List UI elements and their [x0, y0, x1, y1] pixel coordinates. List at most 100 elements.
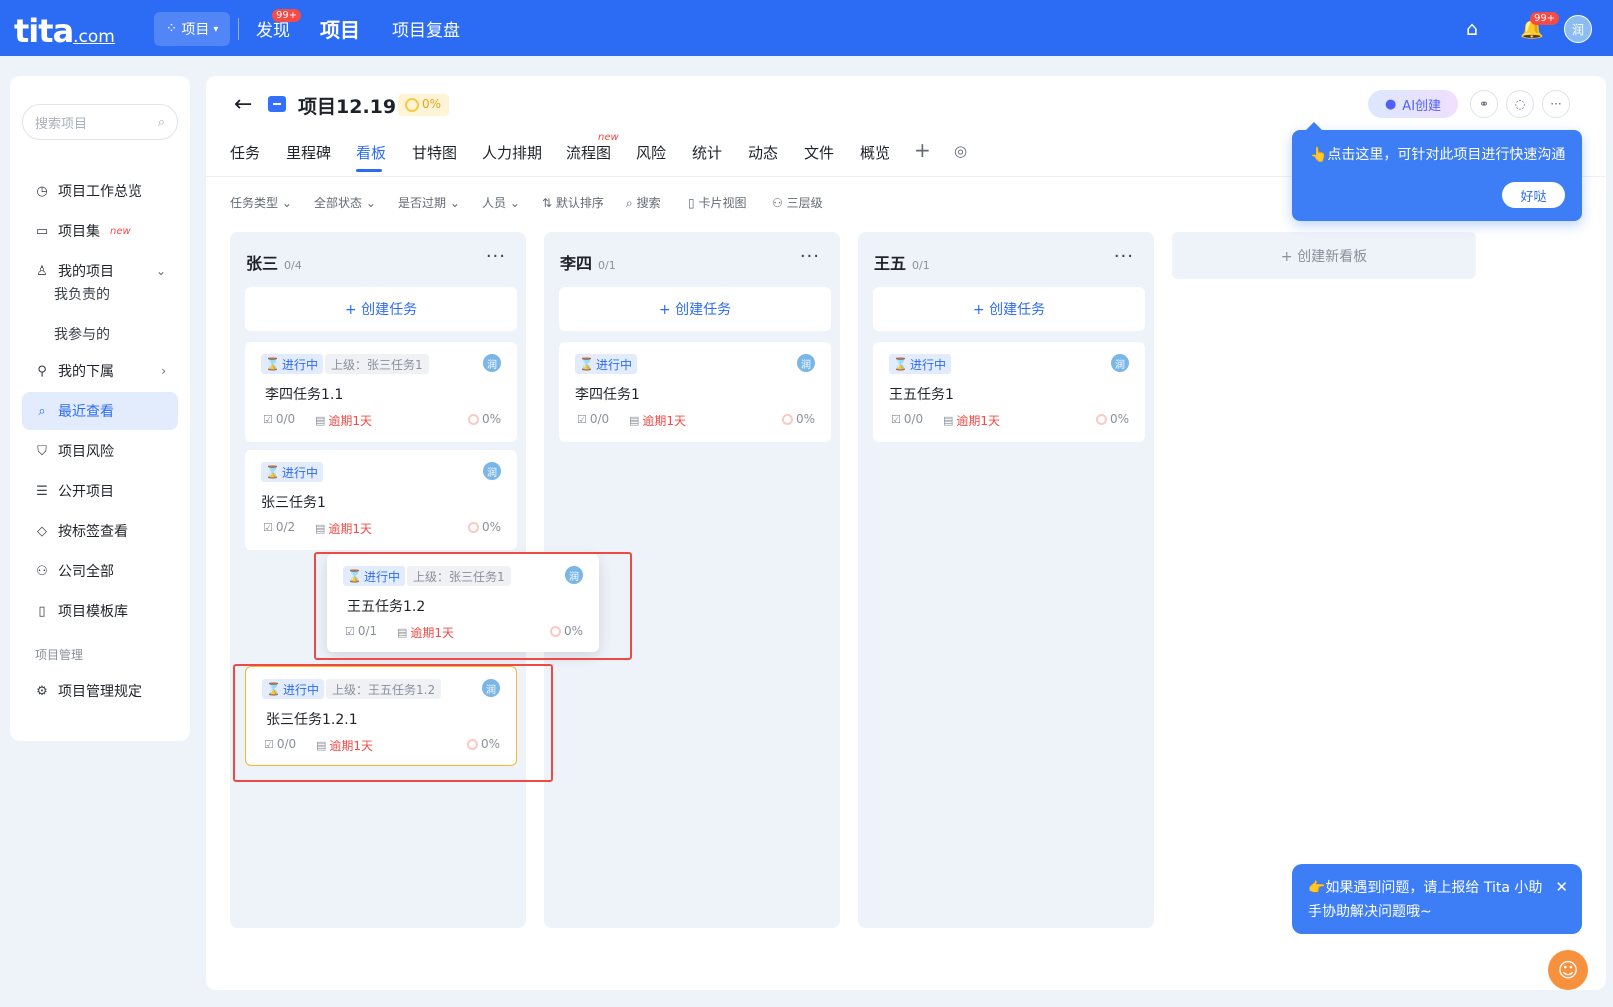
tab-files[interactable]: 文件 [804, 142, 834, 163]
sidebar-item-company[interactable]: ⚇ 公司全部 [22, 552, 178, 590]
grid-icon: ⁘ [165, 21, 178, 37]
chevron-down-icon: ▾ [213, 23, 219, 35]
nav-project[interactable]: 项目 [320, 14, 360, 43]
task-card[interactable]: ⌛ 进行中 上级：张三任务1 润 李四任务1.1 ☑ 0/0 ▤ 逾期1天 0% [245, 342, 517, 442]
filter-person[interactable]: 人员 ⌄ [482, 194, 520, 211]
tab-summary[interactable]: 概览 [860, 142, 890, 163]
sidebar-item-collection[interactable]: ▭ 项目集 new [22, 212, 178, 250]
ai-create-button[interactable]: ● AI创建 [1368, 90, 1458, 118]
checklist-count: ☑ 0/2 [263, 520, 296, 534]
annotation-box [314, 552, 632, 660]
tab-tasks[interactable]: 任务 [230, 142, 260, 163]
help-text: 👉如果遇到问题，请上报给 Tita 小助手协助解决问题哦~ [1308, 880, 1543, 920]
project-folder-icon [268, 96, 286, 112]
calendar-icon: ▤ [629, 414, 640, 427]
filter-task-type[interactable]: 任务类型 ⌄ [230, 194, 292, 211]
tooltip-text: 👆点击这里，可针对此项目进行快速沟通 [1310, 147, 1566, 163]
search-icon: ⌕ [157, 114, 165, 130]
filter-overdue[interactable]: 是否过期 ⌄ [398, 194, 460, 211]
back-arrow-icon[interactable]: ← [234, 92, 252, 117]
filter-status[interactable]: 全部状态 ⌄ [314, 194, 376, 211]
search-button[interactable]: ⌕ 搜索 [626, 194, 661, 211]
sidebar-item-by-tag[interactable]: ◇ 按标签查看 [22, 512, 178, 550]
sidebar-item-my-join[interactable]: 我参与的 [54, 324, 110, 344]
checkbox-icon: ☑ [263, 520, 273, 534]
share-icon[interactable]: ⚭ [1470, 90, 1498, 118]
project-search-input[interactable]: 搜索项目 ⌕ [22, 104, 178, 140]
create-task-button[interactable]: + 创建任务 [245, 287, 517, 331]
sidebar-item-my-lead[interactable]: 我负责的 [54, 284, 110, 304]
board-column-wangwu[interactable]: 王五 0/1 ··· + 创建任务 [858, 232, 1154, 928]
target-icon[interactable]: ◎ [954, 142, 967, 160]
create-board-button[interactable]: + 创建新看板 [1172, 232, 1476, 279]
task-title: 王五任务1 [889, 387, 954, 403]
column-title: 张三 0/4 [246, 254, 302, 273]
task-card[interactable]: ⌛ 进行中 润 张三任务1 ☑ 0/2 ▤ 逾期1天 0% [245, 450, 517, 550]
chevron-down-icon[interactable]: ⌄ [156, 264, 166, 278]
assignee-avatar[interactable]: 润 [483, 354, 501, 372]
task-card[interactable]: ⌛ 进行中 润 李四任务1 ☑ 0/0 ▤ 逾期1天 0% [559, 342, 831, 442]
tita-logo[interactable]: tita.com [14, 12, 115, 50]
tab-milestones[interactable]: 里程碑 [286, 142, 331, 163]
sidebar-item-public[interactable]: ☰ 公开项目 [22, 472, 178, 510]
hourglass-icon: ⌛ [579, 357, 594, 371]
tab-gantt[interactable]: 甘特图 [412, 142, 457, 163]
discover-badge: 99+ [272, 9, 302, 22]
tab-staffing[interactable]: 人力排期 [482, 142, 542, 163]
tab-flowchart[interactable]: 流程图 [566, 142, 611, 163]
view-mode-button[interactable]: ▯ 卡片视图 [688, 194, 746, 211]
home-icon[interactable]: ⌂ [1466, 18, 1478, 40]
checkbox-icon: ☑ [577, 412, 587, 426]
notification-badge: 99+ [1530, 12, 1560, 25]
sort-button[interactable]: ⇅ 默认排序 [542, 194, 604, 211]
project-progress-badge: 0% [398, 94, 450, 116]
chevron-right-icon[interactable]: › [161, 364, 166, 378]
settings-icon: ⚙ [36, 683, 48, 699]
org-icon: ⚲ [37, 363, 47, 379]
more-icon[interactable]: ··· [486, 246, 506, 267]
status-badge: ⌛ 进行中 [575, 354, 637, 374]
sidebar-item-rules[interactable]: ⚙ 项目管理规定 [22, 672, 178, 710]
tab-statistics[interactable]: 统计 [692, 142, 722, 163]
calendar-icon: ▤ [315, 414, 326, 427]
task-progress: 0% [467, 520, 501, 534]
more-icon[interactable]: ··· [1542, 90, 1570, 118]
assignee-avatar[interactable]: 润 [483, 462, 501, 480]
add-tab-icon[interactable]: + [914, 138, 931, 162]
tab-risk[interactable]: 风险 [636, 142, 666, 163]
annotation-box [233, 664, 553, 782]
sidebar-item-risk[interactable]: ⛉ 项目风险 [22, 432, 178, 470]
nav-project-review[interactable]: 项目复盘 [392, 16, 460, 41]
new-badge: new [110, 225, 131, 237]
more-icon[interactable]: ··· [1114, 246, 1134, 267]
more-icon[interactable]: ··· [800, 246, 820, 267]
assistant-bot-icon[interactable]: ☺ [1548, 950, 1588, 990]
create-task-button[interactable]: + 创建任务 [873, 287, 1145, 331]
tab-board[interactable]: 看板 [356, 142, 386, 163]
calendar-icon: ▤ [315, 522, 326, 535]
assignee-avatar[interactable]: 润 [797, 354, 815, 372]
top-bar: tita.com ⁘ 项目 ▾ 发现 99+ 项目 项目复盘 ⌂ 🔔 99+ 润 [0, 0, 1613, 56]
level-button[interactable]: ⚇ 三层级 [772, 194, 823, 211]
nav-divider [238, 18, 239, 40]
task-card[interactable]: ⌛ 进行中 润 王五任务1 ☑ 0/0 ▤ 逾期1天 0% [873, 342, 1145, 442]
tab-activity[interactable]: 动态 [748, 142, 778, 163]
assignee-avatar[interactable]: 润 [1111, 354, 1129, 372]
hourglass-icon: ⌛ [893, 357, 908, 371]
chat-icon[interactable]: ◌ [1506, 90, 1534, 118]
sidebar-item-recent[interactable]: ⌕ 最近查看 [22, 392, 178, 430]
calendar-icon: ▤ [943, 414, 954, 427]
sort-icon: ⇅ [542, 196, 553, 210]
sidebar-item-subordinates[interactable]: ⚲ 我的下属 › [22, 352, 178, 390]
create-task-button[interactable]: + 创建任务 [559, 287, 831, 331]
sidebar-item-templates[interactable]: ▯ 项目模板库 [22, 592, 178, 630]
tooltip-ok-button[interactable]: 好哒 [1502, 182, 1565, 208]
user-icon: ♙ [36, 263, 48, 279]
chat-guide-tooltip: 👆点击这里，可针对此项目进行快速沟通 好哒 [1292, 122, 1582, 221]
close-icon[interactable]: ✕ [1555, 878, 1568, 896]
sidebar-item-overview[interactable]: ◷ 项目工作总览 [22, 172, 178, 210]
tag-icon: ◇ [37, 523, 47, 539]
module-switch-button[interactable]: ⁘ 项目 ▾ [154, 12, 230, 46]
ai-robot-icon: ● [1384, 96, 1397, 112]
user-avatar[interactable]: 润 [1564, 15, 1592, 43]
